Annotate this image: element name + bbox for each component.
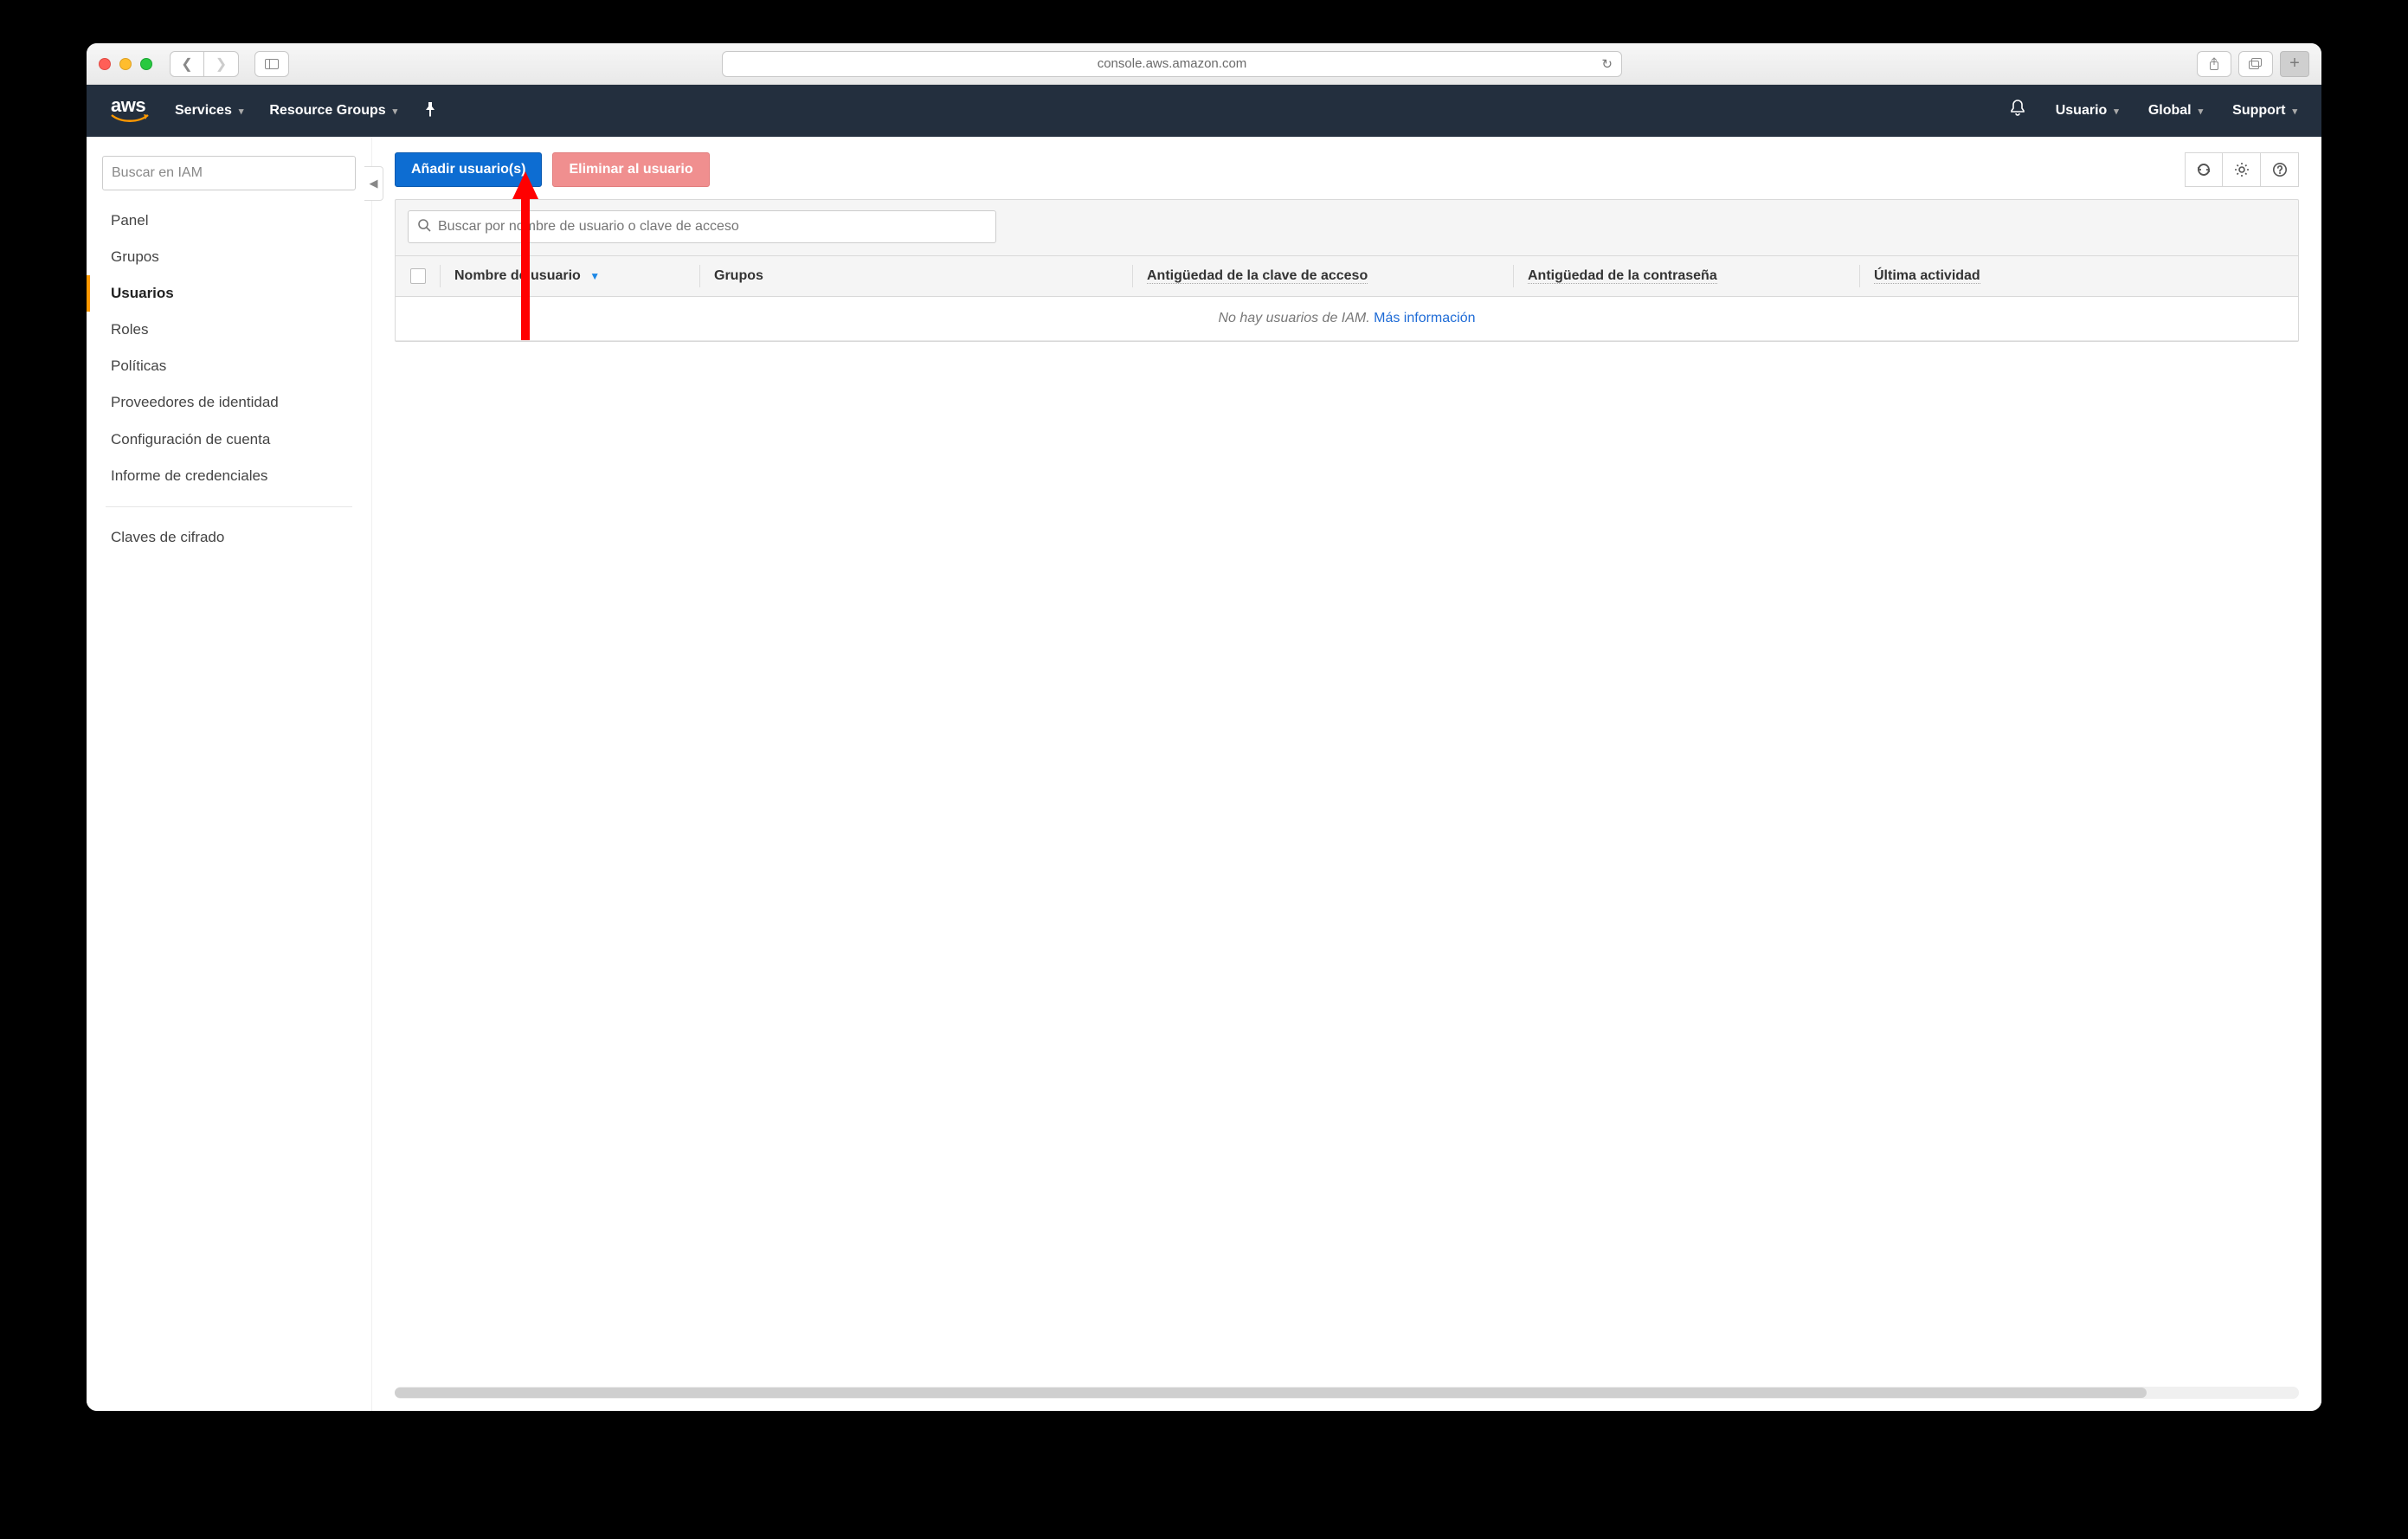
support-label: Support: [2232, 103, 2285, 119]
minimize-window-icon[interactable]: [119, 58, 132, 70]
fullscreen-window-icon[interactable]: [140, 58, 152, 70]
table-header: Nombre de usuario ▼ Grupos Antigüedad de…: [396, 255, 2298, 296]
column-label: Última actividad: [1874, 268, 1980, 284]
column-label: Antigüedad de la contraseña: [1528, 268, 1717, 284]
column-label: Grupos: [714, 268, 763, 283]
users-panel: Nombre de usuario ▼ Grupos Antigüedad de…: [395, 199, 2299, 342]
pin-icon: [423, 101, 437, 121]
resource-groups-label: Resource Groups: [269, 103, 385, 119]
browser-titlebar: ❮ ❯ console.aws.amazon.com ↻ +: [87, 43, 2321, 85]
sidebar-item-label: Grupos: [111, 248, 159, 265]
gear-icon: [2234, 162, 2250, 177]
column-username[interactable]: Nombre de usuario ▼: [441, 256, 700, 296]
sidebar-item-label: Usuarios: [111, 285, 174, 301]
sidebar-item-config-cuenta[interactable]: Configuración de cuenta: [87, 422, 371, 458]
sidebar-item-grupos[interactable]: Grupos: [87, 239, 371, 275]
sidebar-item-label: Panel: [111, 212, 148, 229]
address-bar-text: console.aws.amazon.com: [1098, 56, 1247, 71]
aws-logo[interactable]: aws: [111, 96, 149, 126]
column-key-age[interactable]: Antigüedad de la clave de acceso: [1133, 256, 1514, 296]
column-label: Nombre de usuario: [454, 268, 581, 283]
window-controls: [99, 58, 152, 70]
sidebar-item-label: Roles: [111, 321, 148, 338]
refresh-button[interactable]: [2185, 152, 2223, 187]
services-label: Services: [175, 103, 232, 119]
add-user-button[interactable]: Añadir usuario(s): [395, 152, 542, 187]
users-search[interactable]: [408, 210, 996, 243]
browser-window: ❮ ❯ console.aws.amazon.com ↻ +: [87, 43, 2321, 1411]
sidebar-item-politicas[interactable]: Políticas: [87, 348, 371, 384]
sidebar-item-label: Configuración de cuenta: [111, 431, 270, 448]
tabs-button[interactable]: [2238, 51, 2273, 77]
new-tab-button[interactable]: +: [2280, 51, 2309, 77]
column-groups[interactable]: Grupos: [700, 256, 1133, 296]
help-icon: [2272, 162, 2288, 177]
nav-buttons: ❮ ❯: [170, 51, 239, 77]
caret-down-icon: ▾: [2199, 106, 2204, 117]
users-toolbar: Añadir usuario(s) Eliminar al usuario: [395, 152, 2299, 187]
forward-button[interactable]: ❯: [204, 51, 239, 77]
users-table: Nombre de usuario ▼ Grupos Antigüedad de…: [396, 255, 2298, 341]
region-menu[interactable]: Global ▾: [2148, 103, 2203, 119]
notifications-icon[interactable]: [2009, 99, 2026, 123]
aws-header: aws Services ▾ Resource Groups ▾: [87, 85, 2321, 137]
sidebar-search-placeholder: Buscar en IAM: [112, 165, 203, 181]
caret-down-icon: ▾: [393, 106, 398, 117]
account-menu[interactable]: Usuario ▾: [2056, 103, 2119, 119]
services-menu[interactable]: Services ▾: [175, 103, 243, 119]
search-icon: [417, 218, 431, 236]
sidebar-item-label: Informe de credenciales: [111, 467, 267, 484]
sidebar-item-label: Políticas: [111, 357, 166, 374]
caret-down-icon: ▾: [2292, 106, 2297, 117]
sidebar-item-roles[interactable]: Roles: [87, 312, 371, 348]
region-label: Global: [2148, 103, 2192, 119]
iam-sidebar: Buscar en IAM Panel Grupos Usuarios Role…: [87, 137, 372, 1411]
more-info-link[interactable]: Más información: [1374, 311, 1475, 325]
sidebar-item-label: Claves de cifrado: [111, 529, 224, 545]
horizontal-scrollbar[interactable]: [395, 1387, 2299, 1399]
help-button[interactable]: [2261, 152, 2299, 187]
sidebar-item-label: Proveedores de identidad: [111, 394, 279, 410]
account-label: Usuario: [2056, 103, 2108, 119]
select-all-checkbox[interactable]: [396, 256, 441, 296]
address-bar[interactable]: console.aws.amazon.com ↻: [722, 51, 1622, 77]
sidebar-item-usuarios[interactable]: Usuarios: [87, 275, 371, 312]
sidebar-separator: [106, 506, 352, 507]
users-search-input[interactable]: [438, 219, 987, 235]
back-button[interactable]: ❮: [170, 51, 204, 77]
delete-user-button[interactable]: Eliminar al usuario: [552, 152, 709, 187]
sidebar-item-panel[interactable]: Panel: [87, 203, 371, 239]
scrollbar-thumb[interactable]: [395, 1388, 2147, 1398]
sidebar-toggle-button[interactable]: [254, 51, 289, 77]
settings-button[interactable]: [2223, 152, 2261, 187]
refresh-icon: [2196, 162, 2212, 177]
column-password-age[interactable]: Antigüedad de la contraseña: [1514, 256, 1860, 296]
pin-button[interactable]: [423, 101, 437, 121]
column-last-activity[interactable]: Última actividad: [1860, 256, 2298, 296]
support-menu[interactable]: Support ▾: [2232, 103, 2297, 119]
sidebar-item-proveedores[interactable]: Proveedores de identidad: [87, 384, 371, 421]
share-button[interactable]: [2197, 51, 2231, 77]
column-label: Antigüedad de la clave de acceso: [1147, 268, 1368, 284]
sidebar-search-input[interactable]: Buscar en IAM: [102, 156, 356, 190]
empty-text: No hay usuarios de IAM.: [1218, 311, 1374, 325]
resource-groups-menu[interactable]: Resource Groups ▾: [269, 103, 397, 119]
button-label: Añadir usuario(s): [411, 162, 525, 177]
sort-asc-icon: ▼: [589, 270, 600, 282]
main-content: Añadir usuario(s) Eliminar al usuario: [372, 137, 2321, 1411]
button-label: Eliminar al usuario: [569, 162, 692, 177]
caret-down-icon: ▾: [2114, 106, 2119, 117]
table-empty-row: No hay usuarios de IAM. Más información: [396, 296, 2298, 341]
sidebar-item-informe-credenciales[interactable]: Informe de credenciales: [87, 458, 371, 494]
caret-down-icon: ▾: [239, 106, 244, 117]
reload-icon[interactable]: ↻: [1601, 56, 1613, 72]
sidebar-item-claves-cifrado[interactable]: Claves de cifrado: [87, 519, 371, 556]
link-label: Más información: [1374, 311, 1475, 325]
close-window-icon[interactable]: [99, 58, 111, 70]
